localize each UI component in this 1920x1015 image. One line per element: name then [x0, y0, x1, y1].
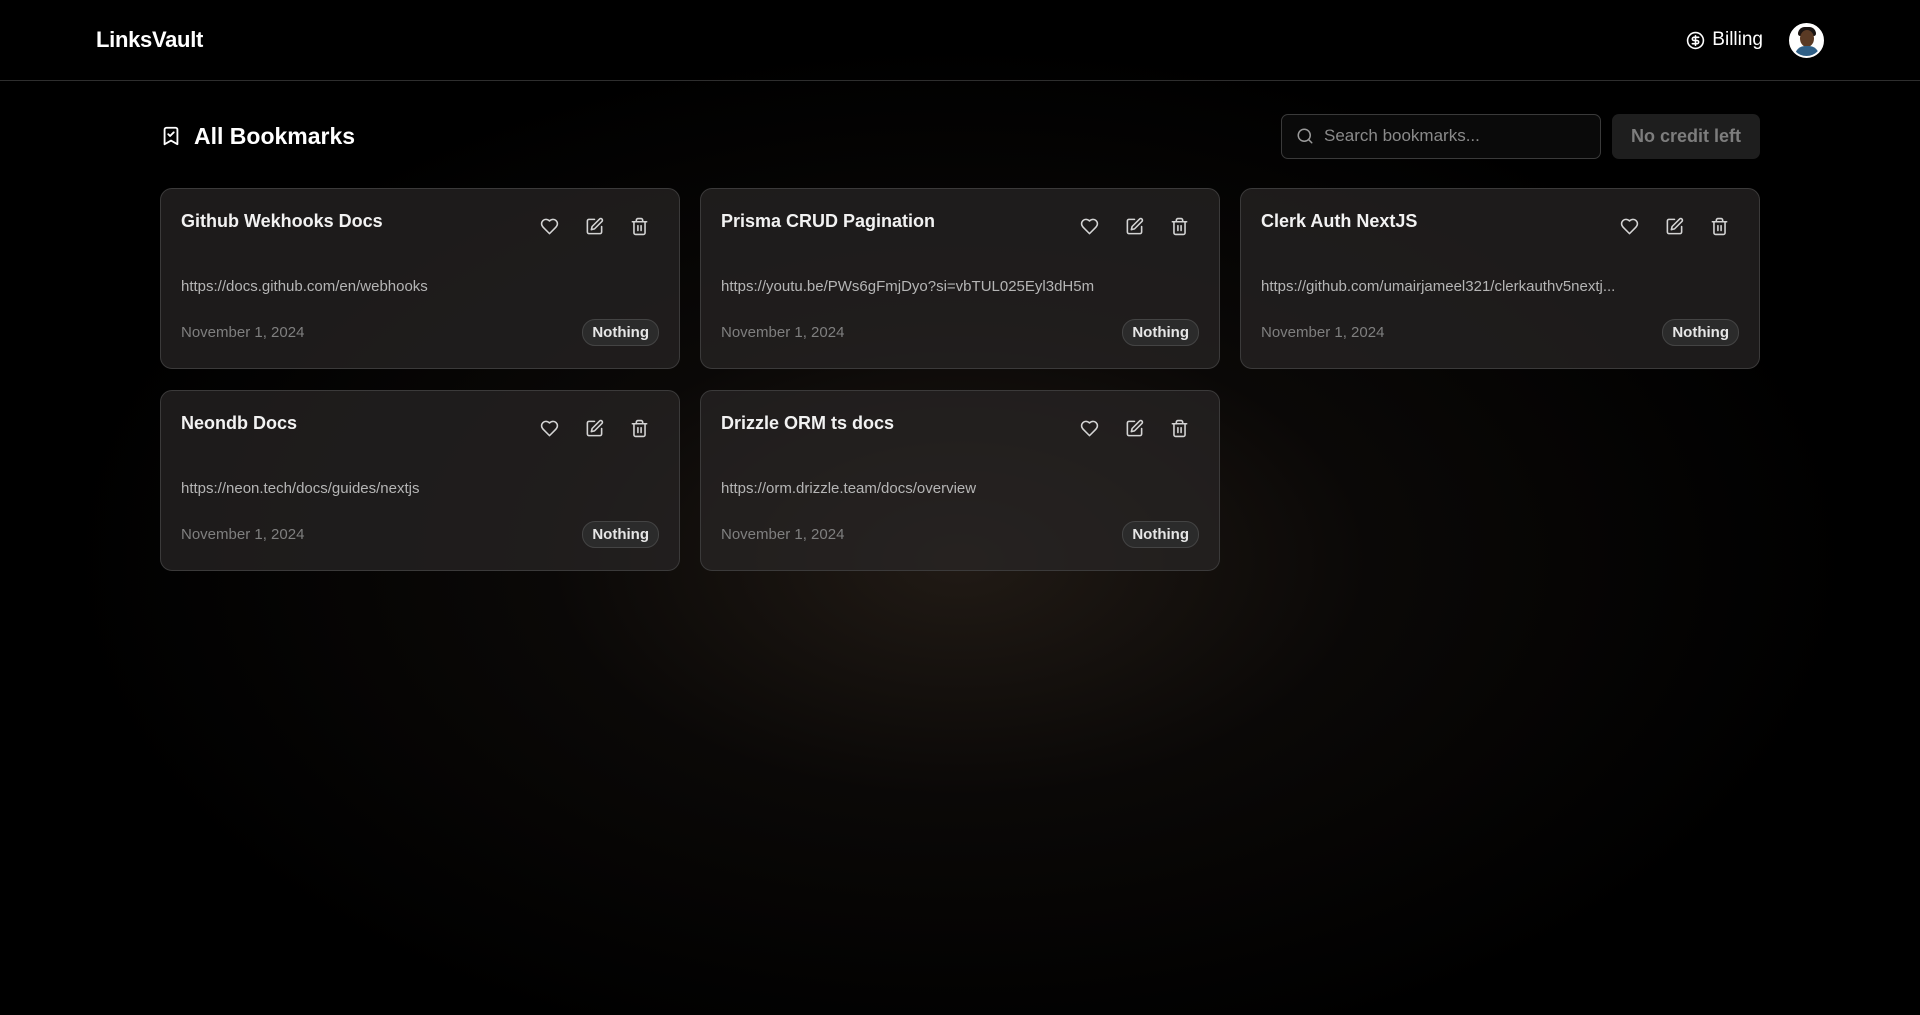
- delete-button[interactable]: [630, 419, 649, 438]
- bookmark-tag: Nothing: [582, 521, 659, 548]
- nav-right: Billing: [1686, 22, 1824, 58]
- bookmark-tag: Nothing: [1662, 319, 1739, 346]
- delete-button[interactable]: [1710, 217, 1729, 236]
- trash-icon: [1711, 217, 1728, 236]
- billing-link[interactable]: Billing: [1686, 29, 1763, 51]
- page-title: All Bookmarks: [160, 123, 355, 150]
- trash-icon: [1171, 217, 1188, 236]
- delete-button[interactable]: [630, 217, 649, 236]
- bookmark-date: November 1, 2024: [721, 324, 845, 341]
- bookmark-url[interactable]: https://github.com/umairjameel321/clerka…: [1261, 278, 1739, 295]
- bookmark-actions: [540, 419, 649, 438]
- bookmark-date: November 1, 2024: [721, 526, 845, 543]
- edit-button[interactable]: [1125, 419, 1144, 438]
- bookmark-actions: [1080, 217, 1189, 236]
- edit-icon: [1666, 217, 1684, 235]
- heart-icon: [1080, 420, 1099, 437]
- toolbar-tools: No credit left: [1280, 113, 1760, 159]
- bookmark-actions: [540, 217, 649, 236]
- bookmark-actions: [1080, 419, 1189, 438]
- billing-label: Billing: [1712, 29, 1763, 50]
- bookmark-url[interactable]: https://docs.github.com/en/webhooks: [181, 278, 659, 295]
- bookmark-date: November 1, 2024: [1261, 324, 1385, 341]
- favorite-button[interactable]: [540, 217, 559, 236]
- heart-icon: [540, 218, 559, 235]
- heart-icon: [540, 420, 559, 437]
- trash-icon: [1171, 419, 1188, 438]
- search-box[interactable]: [1280, 113, 1601, 159]
- navbar: LinksVault Billing: [0, 0, 1920, 81]
- edit-icon: [1126, 419, 1144, 437]
- bookmark-url[interactable]: https://youtu.be/PWs6gFmjDyo?si=vbTUL025…: [721, 278, 1199, 295]
- edit-button[interactable]: [585, 419, 604, 438]
- favorite-button[interactable]: [540, 419, 559, 438]
- bookmark-date: November 1, 2024: [181, 526, 305, 543]
- bookmark-date: November 1, 2024: [181, 324, 305, 341]
- bookmark-footer: November 1, 2024 Nothing: [1261, 319, 1739, 346]
- edit-button[interactable]: [1665, 217, 1684, 236]
- bookmark-tag: Nothing: [1122, 521, 1199, 548]
- edit-icon: [1126, 217, 1144, 235]
- edit-button[interactable]: [585, 217, 604, 236]
- delete-button[interactable]: [1170, 419, 1189, 438]
- bookmark-grid: Github Wekhooks Docs https://docs.github…: [160, 188, 1760, 571]
- bookmark-url[interactable]: https://neon.tech/docs/guides/nextjs: [181, 480, 659, 497]
- trash-icon: [631, 419, 648, 438]
- bookmark-tag: Nothing: [1122, 319, 1199, 346]
- toolbar: All Bookmarks No credit left: [160, 81, 1760, 188]
- bookmark-card[interactable]: Neondb Docs https://neon.tech/docs/guide…: [160, 390, 680, 571]
- bookmark-icon: [163, 126, 179, 146]
- favorite-button[interactable]: [1620, 217, 1639, 236]
- search-icon: [1297, 128, 1313, 144]
- edit-icon: [586, 217, 604, 235]
- bookmark-footer: November 1, 2024 Nothing: [721, 521, 1199, 548]
- heart-icon: [1080, 218, 1099, 235]
- main-content: All Bookmarks No credit left Github Wekh…: [0, 81, 1920, 571]
- dollar-circle-icon: [1687, 31, 1705, 49]
- bookmark-card[interactable]: Prisma CRUD Pagination https://youtu.be/…: [700, 188, 1220, 369]
- favorite-button[interactable]: [1080, 217, 1099, 236]
- bookmark-card[interactable]: Drizzle ORM ts docs https://orm.drizzle.…: [700, 390, 1220, 571]
- bookmark-card[interactable]: Github Wekhooks Docs https://docs.github…: [160, 188, 680, 369]
- bookmark-url[interactable]: https://orm.drizzle.team/docs/overview: [721, 480, 1199, 497]
- search-input[interactable]: [1323, 126, 1586, 146]
- edit-button[interactable]: [1125, 217, 1144, 236]
- bookmark-tag: Nothing: [582, 319, 659, 346]
- trash-icon: [631, 217, 648, 236]
- user-avatar[interactable]: [1789, 22, 1824, 58]
- edit-icon: [586, 419, 604, 437]
- bookmark-footer: November 1, 2024 Nothing: [721, 319, 1199, 346]
- page-title-text: All Bookmarks: [194, 122, 356, 149]
- heart-icon: [1620, 218, 1639, 235]
- delete-button[interactable]: [1170, 217, 1189, 236]
- bookmark-card[interactable]: Clerk Auth NextJS https://github.com/uma…: [1240, 188, 1760, 369]
- bookmark-footer: November 1, 2024 Nothing: [181, 521, 659, 548]
- bookmark-actions: [1620, 217, 1729, 236]
- no-credit-button[interactable]: No credit left: [1611, 113, 1760, 159]
- brand-logo[interactable]: LinksVault: [96, 27, 203, 53]
- bookmark-footer: November 1, 2024 Nothing: [181, 319, 659, 346]
- favorite-button[interactable]: [1080, 419, 1099, 438]
